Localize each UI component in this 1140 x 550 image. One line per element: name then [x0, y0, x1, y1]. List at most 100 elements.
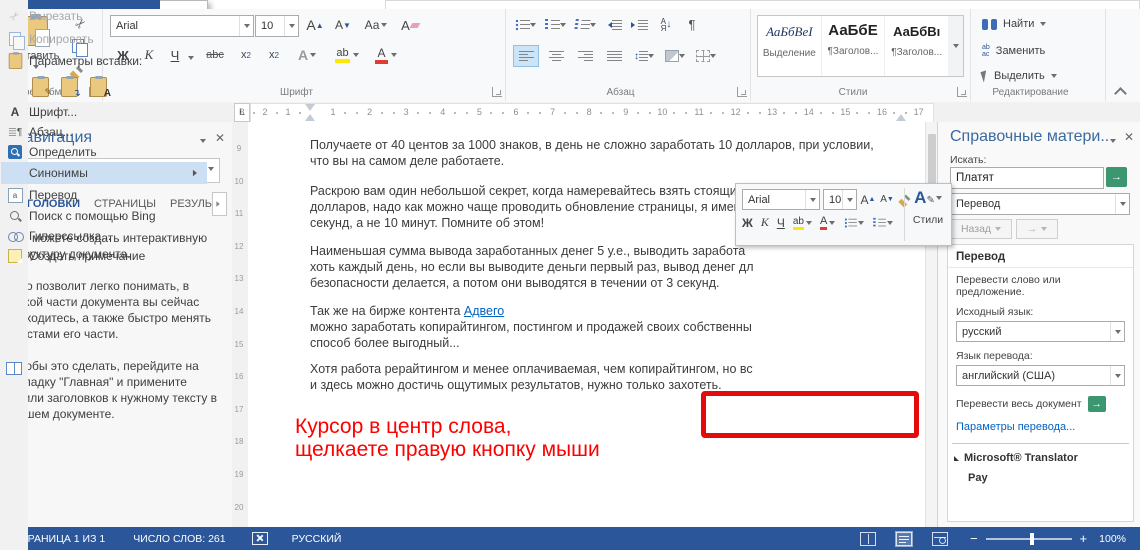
target-language-combo[interactable]: английский (США) [956, 365, 1125, 386]
source-language-combo[interactable]: русский [956, 321, 1125, 342]
search-options-dropdown[interactable] [208, 167, 214, 174]
reference-search-input[interactable]: Платят [950, 167, 1104, 189]
align-left-button[interactable] [513, 45, 539, 67]
first-line-indent-marker[interactable] [305, 104, 315, 111]
menu-item-new-comment[interactable]: Создать примечание [1, 246, 207, 266]
mini-underline-button[interactable]: Ч [777, 216, 785, 230]
mini-font-color-button[interactable]: А [819, 215, 836, 230]
menu-item-translate[interactable]: а Перевод [1, 184, 207, 206]
translation-options-link[interactable]: Параметры перевода... [948, 412, 1133, 433]
paste-keep-formatting-button[interactable]: ✎ [29, 75, 53, 99]
translate-document-button[interactable]: → [1087, 396, 1106, 412]
subscript-button[interactable]: x2 [234, 45, 258, 65]
shrink-font-button[interactable]: А ▼ [331, 15, 355, 35]
styles-gallery-more[interactable] [948, 15, 964, 77]
align-center-button[interactable] [544, 46, 568, 66]
font-dialog-launcher[interactable] [492, 87, 502, 97]
reference-category-dropdown[interactable] [1115, 194, 1129, 214]
find-dropdown[interactable] [1040, 22, 1047, 29]
mini-font-name-combo[interactable]: Arial [742, 189, 820, 210]
mini-styles-button[interactable]: А✎ Стили [908, 188, 948, 226]
hanging-indent-marker[interactable] [305, 114, 315, 121]
increase-indent-button[interactable] [629, 18, 649, 31]
right-indent-marker[interactable] [896, 114, 906, 121]
language-indicator[interactable]: РУССКИЙ [292, 533, 342, 545]
vertical-ruler-number: 19 [234, 470, 244, 479]
target-language-dropdown[interactable] [1110, 366, 1124, 385]
mini-highlight-button[interactable]: ab [792, 216, 812, 230]
menu-item-copy[interactable]: Копировать [1, 27, 207, 50]
paste-text-only-button[interactable]: А [87, 75, 111, 99]
text-effects-button[interactable]: А [292, 45, 322, 65]
menu-item-synonyms[interactable]: Синонимы [1, 162, 207, 184]
style-item-emphasis[interactable]: АаБбВеІ Выделение [758, 16, 822, 76]
paste-merge-formatting-button[interactable]: ↴ [58, 75, 82, 99]
translator-section-header[interactable]: Microsoft® Translator [948, 444, 1133, 464]
numbering-button[interactable] [543, 18, 567, 31]
mini-italic-button[interactable]: К [761, 215, 769, 230]
align-right-button[interactable] [573, 46, 597, 66]
word-count[interactable]: ЧИСЛО СЛОВ: 261 [133, 533, 225, 545]
source-language-dropdown[interactable] [1110, 322, 1124, 341]
back-button[interactable]: Назад [950, 219, 1012, 239]
tabs-scroll-arrow[interactable] [212, 192, 228, 216]
line-spacing-button[interactable]: ↕ [631, 46, 657, 66]
borders-button[interactable] [693, 46, 719, 66]
clear-formatting-button[interactable]: А [397, 15, 423, 35]
advego-hyperlink[interactable]: Адвего [464, 304, 504, 318]
font-color-button[interactable]: А [370, 45, 402, 65]
mini-numbering-button[interactable] [872, 217, 894, 229]
forward-button[interactable]: → [1016, 219, 1058, 239]
print-layout-button[interactable] [894, 530, 913, 547]
select-button[interactable]: Выделить [980, 69, 1057, 83]
start-search-button[interactable]: → [1106, 167, 1127, 187]
menu-item-paragraph[interactable]: ¶ Абзац... [1, 122, 207, 142]
reference-pane-menu-icon[interactable] [1110, 139, 1116, 146]
multilevel-list-button[interactable] [573, 18, 597, 31]
grow-font-button[interactable]: А ▲ [303, 15, 327, 35]
sort-button[interactable]: А Я ↓ [655, 17, 677, 32]
decrease-indent-button[interactable] [603, 18, 623, 31]
font-size-dropdown[interactable] [284, 16, 298, 36]
reference-category-combo[interactable]: Перевод [950, 193, 1130, 215]
mini-shrink-font[interactable]: А ▼ [879, 194, 895, 205]
justify-button[interactable] [602, 46, 626, 66]
font-size-combo[interactable]: 10 [255, 15, 299, 37]
select-dropdown[interactable] [1050, 74, 1057, 81]
menu-item-font[interactable]: А Шрифт... [1, 102, 207, 122]
vertical-ruler[interactable]: 9 10 11 12 13 14 15 16 17 18 19 20 [232, 122, 249, 527]
menu-item-bing-search[interactable]: Поиск с помощью Bing [1, 206, 207, 226]
styles-dialog-launcher[interactable] [957, 87, 967, 97]
show-marks-button[interactable]: ¶ [683, 17, 701, 32]
collapse-ribbon-icon[interactable] [1114, 87, 1127, 100]
font-name-dropdown[interactable] [239, 16, 253, 36]
find-button[interactable]: Найти [982, 18, 1047, 30]
style-item-heading2[interactable]: АаБбВı ¶Заголов... [885, 16, 948, 76]
shading-button[interactable] [662, 46, 688, 66]
mini-bullets-button[interactable] [843, 217, 865, 229]
zoom-in-button[interactable]: + [1080, 531, 1088, 546]
proofing-status-icon[interactable] [251, 532, 268, 545]
mini-bold-button[interactable]: Ж [742, 216, 753, 230]
bullets-button[interactable] [513, 18, 537, 31]
zoom-slider-thumb[interactable] [1029, 532, 1034, 545]
mini-grow-font[interactable]: А ▲ [860, 193, 876, 207]
zoom-slider[interactable] [985, 532, 1072, 545]
paragraph-dialog-launcher[interactable] [737, 87, 747, 97]
superscript-button[interactable]: x2 [262, 45, 286, 65]
zoom-out-button[interactable]: − [970, 531, 978, 546]
web-layout-button[interactable] [931, 531, 948, 546]
reference-pane-close-icon[interactable]: ✕ [1124, 130, 1134, 144]
navigation-close-icon[interactable]: ✕ [215, 131, 225, 145]
read-mode-button[interactable] [859, 531, 876, 546]
zoom-percentage[interactable]: 100% [1099, 533, 1126, 545]
style-item-heading1[interactable]: АаБбЕ ¶Заголов... [822, 16, 886, 76]
highlight-color-button[interactable]: ab [330, 45, 364, 65]
menu-item-hyperlink[interactable]: Гиперссылка... [1, 226, 207, 246]
replace-button[interactable]: ab ac Заменить [982, 44, 1045, 58]
menu-item-cut[interactable]: ✂ Вырезать [1, 4, 207, 27]
change-case-button[interactable]: Аа [361, 15, 391, 35]
mini-font-size-combo[interactable]: 10 [823, 189, 857, 210]
menu-item-define[interactable]: Определить [1, 142, 207, 162]
horizontal-ruler[interactable]: 3 2 1 1 2 3 4 5 6 7 8 9 10 11 12 13 14 15 16 17 [239, 103, 934, 123]
